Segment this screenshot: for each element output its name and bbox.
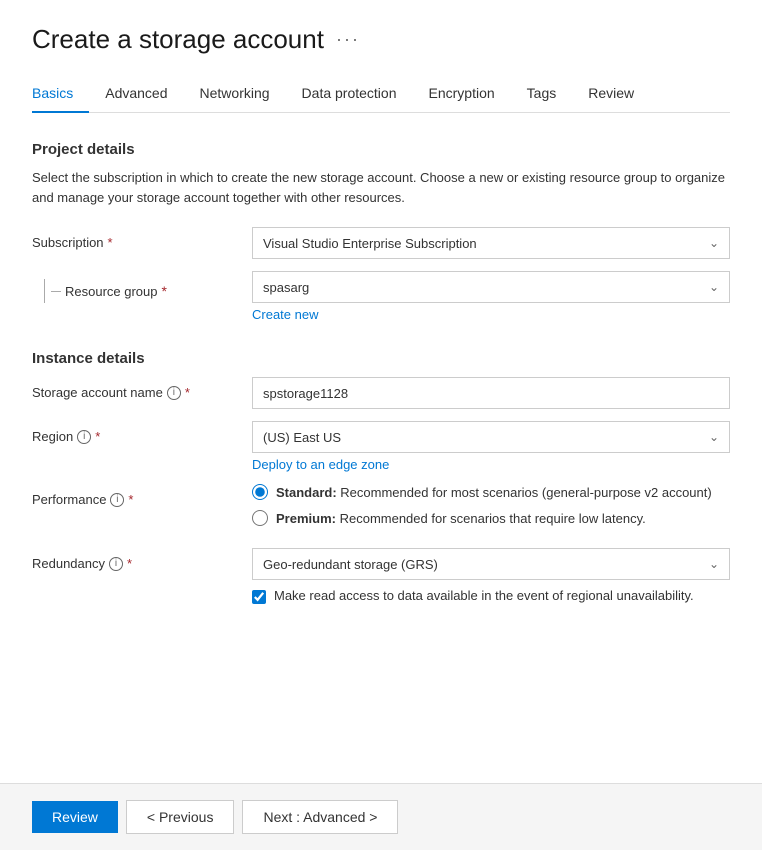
performance-standard-label: Standard: Recommended for most scenarios… [276, 485, 712, 500]
resource-group-required: * [162, 283, 167, 299]
tab-data-protection[interactable]: Data protection [286, 75, 413, 113]
subscription-chevron-icon: ⌄ [709, 236, 719, 250]
previous-button[interactable]: < Previous [126, 800, 235, 834]
review-button[interactable]: Review [32, 801, 118, 833]
tabs-container: Basics Advanced Networking Data protecti… [32, 75, 730, 113]
region-info-icon[interactable]: i [77, 430, 91, 444]
redundancy-label: Redundancy i * [32, 548, 252, 571]
region-control: (US) East US ⌄ Deploy to an edge zone [252, 421, 730, 472]
performance-row: Performance i * Standard: Recommended fo… [32, 484, 730, 536]
read-access-row: Make read access to data available in th… [252, 588, 730, 604]
tab-review[interactable]: Review [572, 75, 650, 113]
instance-details-title: Instance details [32, 350, 730, 367]
performance-label: Performance i * [32, 484, 252, 507]
tab-networking[interactable]: Networking [184, 75, 286, 113]
create-new-link[interactable]: Create new [252, 307, 318, 322]
resource-group-dropdown[interactable]: spasarg ⌄ [252, 271, 730, 303]
tab-encryption[interactable]: Encryption [413, 75, 511, 113]
performance-premium-label: Premium: Recommended for scenarios that … [276, 511, 646, 526]
storage-name-required: * [185, 385, 190, 400]
tab-advanced[interactable]: Advanced [89, 75, 183, 113]
region-required: * [95, 429, 100, 444]
region-row: Region i * (US) East US ⌄ Deploy to an e… [32, 421, 730, 472]
resource-group-control: spasarg ⌄ Create new [252, 271, 730, 322]
subscription-control: Visual Studio Enterprise Subscription ⌄ [252, 227, 730, 259]
performance-premium-radio[interactable] [252, 510, 268, 526]
next-button[interactable]: Next : Advanced > [242, 800, 398, 834]
region-label: Region i * [32, 421, 252, 444]
redundancy-required: * [127, 556, 132, 571]
performance-info-icon[interactable]: i [110, 493, 124, 507]
page-title: Create a storage account [32, 24, 324, 55]
storage-name-row: Storage account name i * [32, 377, 730, 409]
storage-name-info-icon[interactable]: i [167, 386, 181, 400]
subscription-row: Subscription * Visual Studio Enterprise … [32, 227, 730, 259]
redundancy-info-icon[interactable]: i [109, 557, 123, 571]
project-details-description: Select the subscription in which to crea… [32, 168, 730, 207]
region-chevron-icon: ⌄ [709, 430, 719, 444]
performance-premium-row: Premium: Recommended for scenarios that … [252, 510, 730, 526]
redundancy-row: Redundancy i * Geo-redundant storage (GR… [32, 548, 730, 604]
storage-name-control [252, 377, 730, 409]
resource-group-chevron-icon: ⌄ [709, 280, 719, 294]
performance-control: Standard: Recommended for most scenarios… [252, 484, 730, 536]
storage-name-input[interactable] [252, 377, 730, 409]
performance-required: * [128, 492, 133, 507]
read-access-label: Make read access to data available in th… [274, 588, 694, 603]
performance-standard-row: Standard: Recommended for most scenarios… [252, 484, 730, 500]
read-access-checkbox[interactable] [252, 590, 266, 604]
redundancy-chevron-icon: ⌄ [709, 557, 719, 571]
redundancy-dropdown[interactable]: Geo-redundant storage (GRS) ⌄ [252, 548, 730, 580]
deploy-edge-link[interactable]: Deploy to an edge zone [252, 457, 389, 472]
tab-tags[interactable]: Tags [511, 75, 573, 113]
storage-name-label: Storage account name i * [32, 377, 252, 400]
resource-group-label: Resource group [65, 284, 158, 299]
subscription-dropdown[interactable]: Visual Studio Enterprise Subscription ⌄ [252, 227, 730, 259]
footer: Review < Previous Next : Advanced > [0, 783, 762, 850]
tab-basics[interactable]: Basics [32, 75, 89, 113]
project-details-title: Project details [32, 141, 730, 158]
page-title-ellipsis: ··· [336, 29, 360, 50]
subscription-label: Subscription * [32, 227, 252, 250]
region-dropdown[interactable]: (US) East US ⌄ [252, 421, 730, 453]
redundancy-control: Geo-redundant storage (GRS) ⌄ Make read … [252, 548, 730, 604]
performance-standard-radio[interactable] [252, 484, 268, 500]
subscription-required: * [108, 235, 113, 250]
